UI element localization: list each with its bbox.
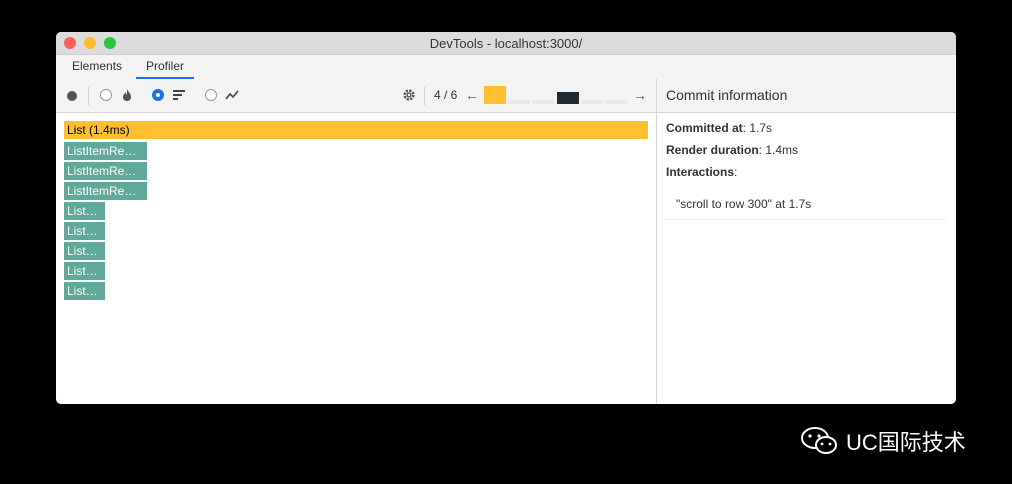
ranked-bar[interactable]: ListItemRe… [64, 142, 147, 160]
watermark-text: UC国际技术 [846, 430, 966, 455]
tab-elements[interactable]: Elements [62, 55, 132, 79]
tab-profiler[interactable]: Profiler [136, 55, 195, 79]
window-title: DevTools - localhost:3000/ [429, 36, 583, 51]
render-duration-label: Render duration [666, 143, 759, 157]
flame-icon [123, 89, 131, 101]
ranked-bar[interactable]: ListItemRe… [64, 182, 147, 200]
next-commit-arrow-icon[interactable]: → [633, 87, 647, 103]
toolbar-divider [88, 87, 89, 105]
previous-commit-arrow-icon[interactable]: ← [465, 87, 479, 103]
watermark: UC国际技术 [800, 425, 966, 457]
commit-bar[interactable] [484, 86, 507, 104]
profiler-left-pane: 4 / 6 ← → List (1.4ms) ListItemRe… ListI… [56, 79, 656, 404]
interactions-label: Interactions [666, 165, 735, 179]
tab-bar: Elements Profiler [56, 55, 956, 80]
profiler-toolbar: 4 / 6 ← → [56, 79, 656, 113]
commit-bar[interactable] [604, 100, 627, 104]
ranked-bar[interactable]: List… [64, 222, 105, 240]
committed-at-label: Committed at [666, 121, 743, 135]
commit-bar[interactable] [532, 100, 555, 104]
interactions-chart-icon [225, 90, 239, 100]
title-bar: DevTools - localhost:3000/ [56, 32, 956, 55]
ranked-bar[interactable]: List… [64, 202, 105, 220]
render-duration-row: Render duration: 1.4ms [666, 143, 947, 157]
devtools-window: DevTools - localhost:3000/ Elements Prof… [56, 32, 956, 404]
wechat-logo-icon [801, 427, 837, 454]
ranked-bar[interactable]: List… [64, 242, 105, 260]
interactions-row: Interactions: [666, 165, 947, 179]
record-button[interactable] [67, 91, 77, 101]
render-duration-value: : 1.4ms [758, 143, 799, 157]
toolbar-divider [424, 87, 425, 105]
commit-info-body: Committed at: 1.7s Render duration: 1.4m… [657, 113, 956, 228]
committed-at-row: Committed at: 1.7s [666, 121, 947, 135]
commit-selector[interactable] [483, 86, 628, 104]
interactions-radio[interactable] [205, 89, 217, 101]
ranked-bar[interactable]: List… [64, 262, 105, 280]
ranked-chart: List (1.4ms) ListItemRe… ListItemRe… Lis… [56, 113, 656, 404]
gear-icon[interactable] [402, 88, 416, 102]
commit-info-panel: Commit information Committed at: 1.7s Re… [656, 79, 956, 404]
ranked-radio[interactable] [152, 89, 164, 101]
interaction-item[interactable]: "scroll to row 300" at 1.7s [666, 191, 947, 220]
commit-counter: 4 / 6 [434, 88, 458, 102]
interactions-colon: : [734, 165, 738, 179]
commit-bar[interactable] [508, 100, 531, 104]
ranked-bar-root[interactable]: List (1.4ms) [64, 121, 648, 139]
flamegraph-radio[interactable] [100, 89, 112, 101]
ranked-bar[interactable]: ListItemRe… [64, 162, 147, 180]
ranked-bar[interactable]: List… [64, 282, 105, 300]
profiler-main: 4 / 6 ← → List (1.4ms) ListItemRe… ListI… [56, 79, 956, 404]
commit-bar[interactable] [556, 92, 579, 104]
committed-at-value: : 1.7s [742, 121, 773, 135]
ranked-chart-icon [173, 90, 185, 100]
commit-info-heading: Commit information [657, 79, 956, 113]
commit-bar[interactable] [580, 100, 603, 104]
